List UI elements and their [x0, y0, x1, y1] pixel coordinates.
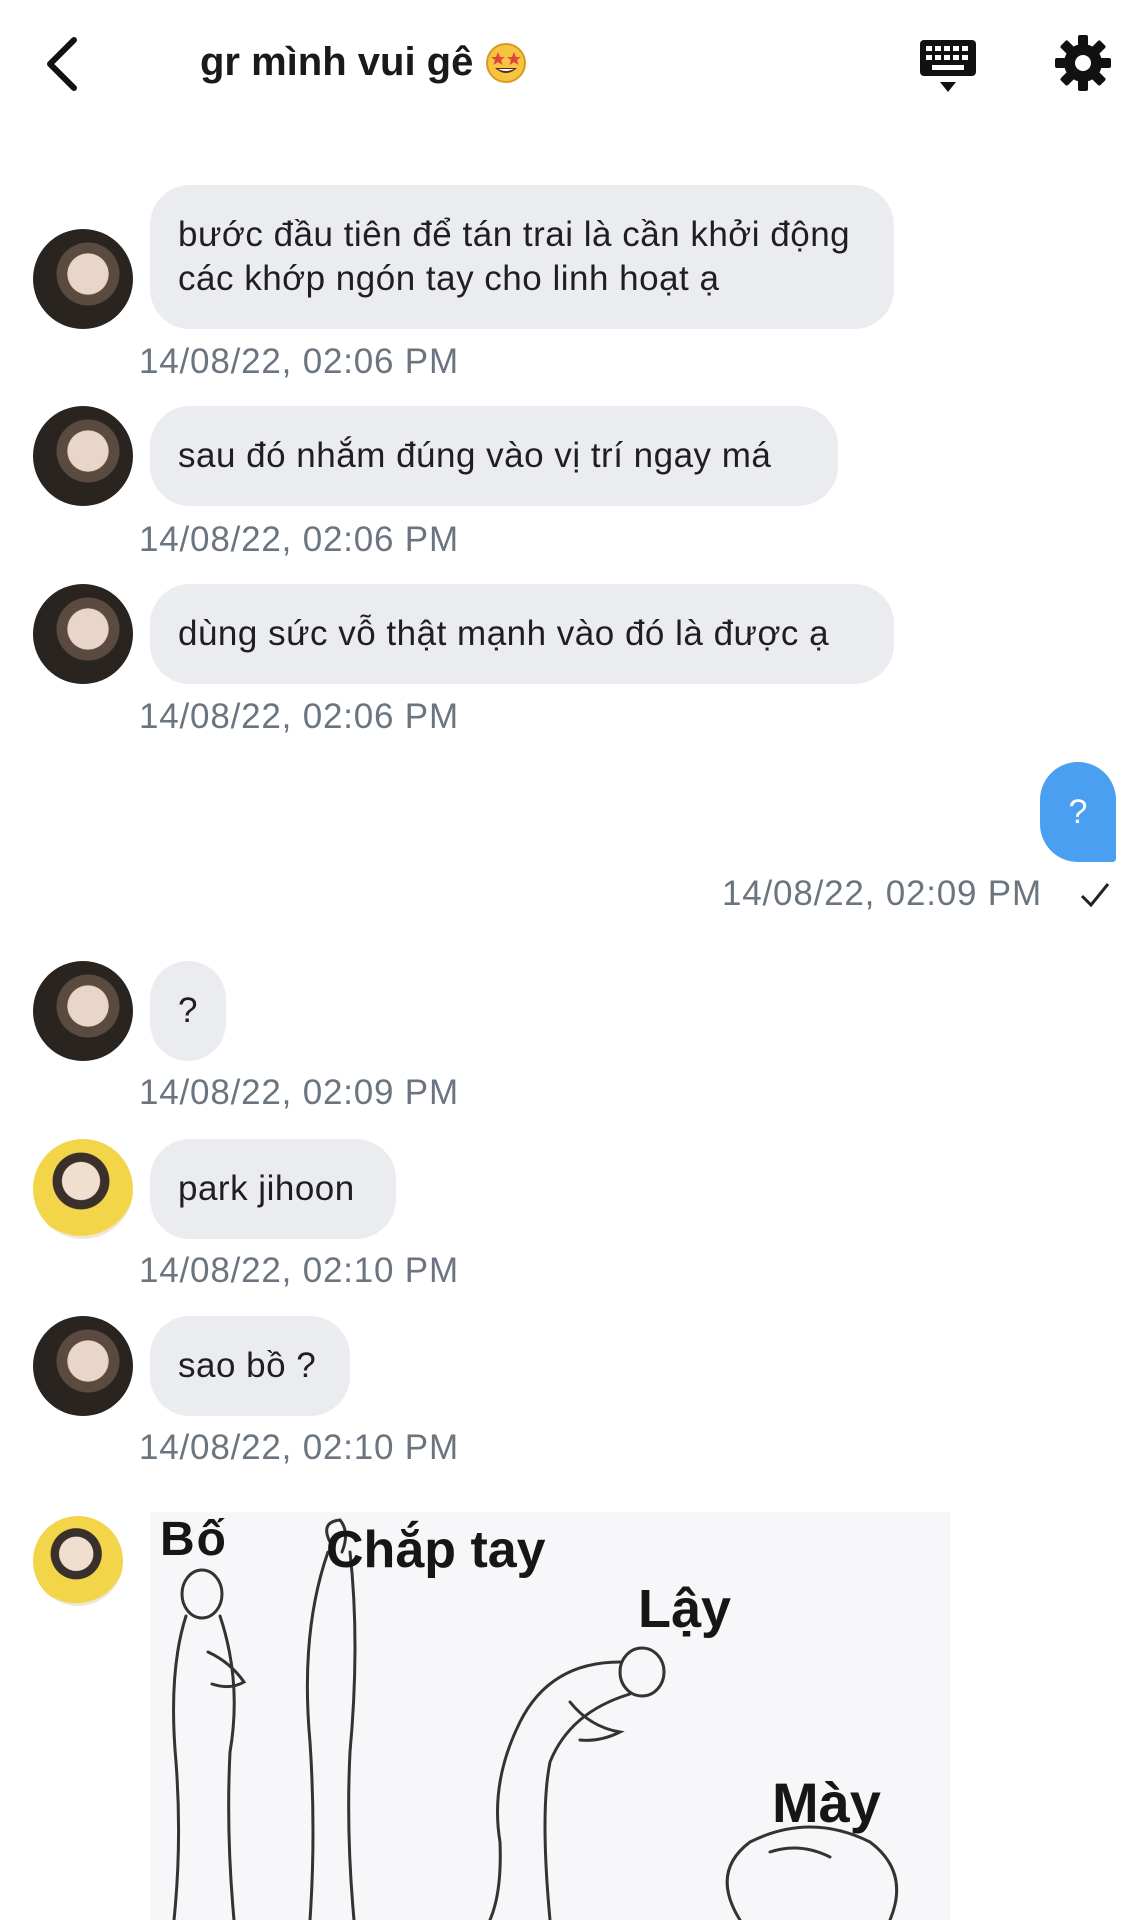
bowing-figures-illustration: [172, 1518, 899, 1920]
message-timestamp: 14/08/22, 02:09 PM: [139, 1073, 459, 1112]
avatar[interactable]: [33, 229, 133, 329]
message-text: sau đó nhắm đúng vào vị trí ngay má: [178, 436, 772, 475]
message-text: ?: [1068, 792, 1088, 831]
message-bubble[interactable]: sau đó nhắm đúng vào vị trí ngay má: [150, 406, 838, 506]
avatar[interactable]: [33, 406, 133, 506]
message-bubble[interactable]: park jihoon: [150, 1139, 396, 1239]
sticker-label: Lậy: [638, 1579, 732, 1639]
message-text: ?: [178, 991, 198, 1030]
message-bubble[interactable]: bước đầu tiên để tán trai là cần khởi độ…: [150, 185, 894, 329]
sticker-image[interactable]: Bố Chắp tay Lậy Mày: [150, 1512, 950, 1920]
avatar[interactable]: [33, 1516, 123, 1606]
keyboard-icon[interactable]: [918, 36, 978, 96]
message-timestamp: 14/08/22, 02:06 PM: [139, 697, 459, 736]
message-text: dùng sức vỗ thật mạnh vào đó là được ạ: [178, 614, 830, 653]
avatar[interactable]: [33, 1316, 133, 1416]
outgoing-message-bubble[interactable]: ?: [1040, 762, 1116, 862]
message-text: bước đầu tiên để tán trai là cần khởi độ…: [178, 215, 851, 298]
sticker-label: Mày: [772, 1771, 881, 1834]
message-timestamp: 14/08/22, 02:10 PM: [139, 1428, 459, 1467]
message-timestamp: 14/08/22, 02:10 PM: [139, 1251, 459, 1290]
message-text: park jihoon: [178, 1169, 355, 1208]
message-text: sao bồ ?: [178, 1346, 317, 1385]
star-struck-emoji-icon: [486, 42, 527, 83]
message-timestamp: 14/08/22, 02:06 PM: [139, 342, 459, 381]
message-bubble[interactable]: sao bồ ?: [150, 1316, 350, 1416]
gear-icon[interactable]: [1054, 34, 1112, 92]
message-timestamp: 14/08/22, 02:06 PM: [139, 520, 459, 559]
message-timestamp: 14/08/22, 02:09 PM: [722, 874, 1042, 913]
message-bubble[interactable]: ?: [150, 961, 226, 1061]
avatar[interactable]: [33, 584, 133, 684]
sent-check-icon: [1080, 883, 1110, 908]
sticker-label: Bố: [160, 1513, 228, 1566]
avatar[interactable]: [33, 961, 133, 1061]
chat-header: gr mình vui gê: [0, 0, 1148, 140]
sticker-label: Chắp tay: [326, 1521, 546, 1579]
avatar[interactable]: [33, 1139, 133, 1239]
back-arrow-icon[interactable]: [40, 34, 84, 94]
chat-title: gr mình vui gê: [200, 40, 527, 85]
chat-title-text: gr mình vui gê: [200, 40, 474, 84]
message-bubble[interactable]: dùng sức vỗ thật mạnh vào đó là được ạ: [150, 584, 894, 684]
